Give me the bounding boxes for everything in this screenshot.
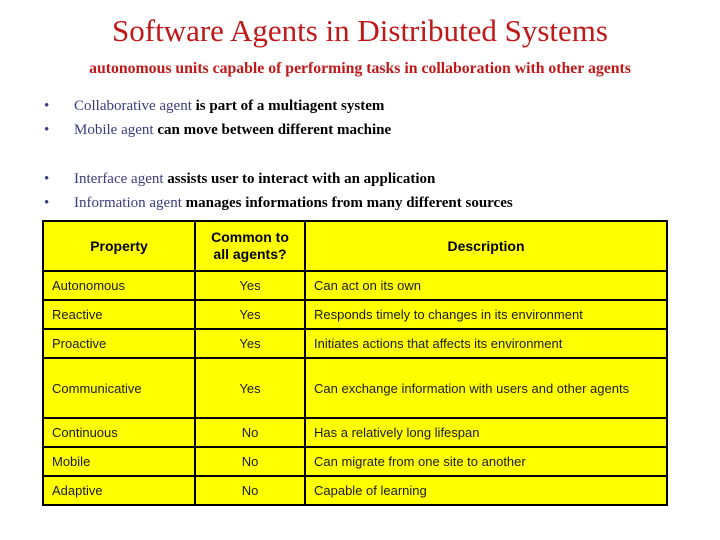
column-header-common: Common to all agents? [194,220,306,272]
table-row: Proactive Yes Initiates actions that aff… [42,328,668,359]
list-item-text: assists user to interact with an applica… [163,171,436,187]
cell-common: Yes [194,270,306,301]
cell-common: Yes [194,299,306,330]
cell-property: Autonomous [42,270,196,301]
cell-description: Can migrate from one site to another [304,446,668,477]
bullet-dot-icon: • [44,195,50,211]
cell-description: Can act on its own [304,270,668,301]
list-item: • Interface agent assists user to intera… [42,167,682,191]
cell-description: Has a relatively long lifespan [304,417,668,448]
table-header-row: Property Common to all agents? Descripti… [42,220,668,272]
table-row: Reactive Yes Responds timely to changes … [42,299,668,330]
list-item-lead: Collaborative agent [74,98,192,114]
cell-description: Responds timely to changes in its enviro… [304,299,668,330]
cell-description: Initiates actions that affects its envir… [304,328,668,359]
list-item-text: is part of a multiagent system [191,98,385,114]
list-item-lead: Mobile agent [74,122,154,138]
column-header-property: Property [42,220,196,272]
cell-common: Yes [194,357,306,419]
page-subtitle: autonomous units capable of performing t… [89,60,631,77]
agent-properties-table: Property Common to all agents? Descripti… [42,220,668,506]
cell-common: No [194,475,306,506]
table-row: Communicative Yes Can exchange informati… [42,357,668,419]
list-item-lead: Information agent [74,195,182,211]
cell-property: Communicative [42,357,196,419]
cell-property: Continuous [42,417,196,448]
cell-property: Proactive [42,328,196,359]
cell-common: No [194,446,306,477]
cell-description: Can exchange information with users and … [304,357,668,419]
bullet-list-group-2: • Interface agent assists user to intera… [42,167,682,215]
bullet-dot-icon: • [44,122,50,138]
column-header-common-line1: Common to [211,229,289,245]
table-row: Adaptive No Capable of learning [42,475,668,506]
cell-property: Adaptive [42,475,196,506]
bullet-dot-icon: • [44,171,50,187]
list-item-lead: Interface agent [74,171,164,187]
bullet-list-group-1: • Collaborative agent is part of a multi… [42,94,682,142]
list-item: • Information agent manages informations… [42,191,682,215]
list-item: • Collaborative agent is part of a multi… [42,94,682,118]
list-item-text: can move between different machine [153,122,392,138]
cell-common: Yes [194,328,306,359]
page-title: Software Agents in Distributed Systems [112,13,608,48]
cell-common: No [194,417,306,448]
cell-property: Mobile [42,446,196,477]
list-item: • Mobile agent can move between differen… [42,118,682,142]
column-header-common-line2: all agents? [213,246,287,262]
cell-property: Reactive [42,299,196,330]
list-item-text: manages informations from many different… [181,195,513,211]
table-row: Autonomous Yes Can act on its own [42,270,668,301]
bullet-dot-icon: • [44,98,50,114]
cell-description: Capable of learning [304,475,668,506]
table-row: Mobile No Can migrate from one site to a… [42,446,668,477]
column-header-description: Description [304,220,668,272]
table-row: Continuous No Has a relatively long life… [42,417,668,448]
